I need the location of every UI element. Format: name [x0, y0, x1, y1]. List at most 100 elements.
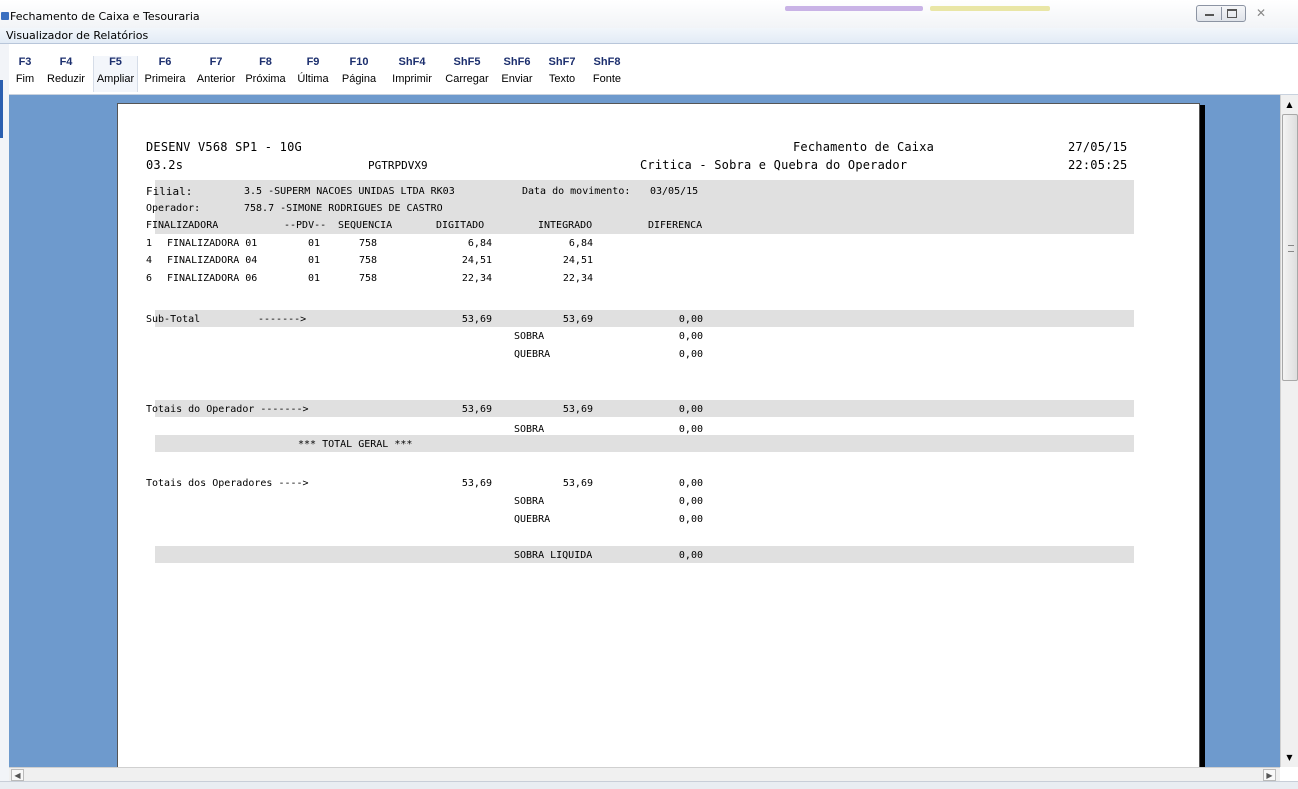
maximize-icon[interactable] — [1227, 9, 1237, 18]
toolbar-button-fim[interactable]: F3 Fim — [12, 56, 38, 92]
control-separator — [1221, 7, 1222, 20]
app-icon — [1, 12, 9, 20]
row-code: 4 — [146, 255, 153, 266]
operator-total-sobra-label: SOBRA — [514, 424, 545, 435]
report-version: 03.2s — [146, 158, 184, 172]
toolbar-key: F10 — [349, 56, 369, 68]
report-viewer: DESENV V568 SP1 - 10G Fechamento de Caix… — [9, 95, 1280, 767]
toolbar-button-pagina[interactable]: F10 Página — [336, 56, 382, 92]
col-sequencia: SEQUENCIA — [338, 220, 393, 231]
row-seq: 758 — [359, 273, 378, 284]
operators-total-sobra-label: SOBRA — [514, 496, 545, 507]
subtotal-quebra-label: QUEBRA — [514, 349, 551, 360]
toolbar-label: Fonte — [592, 73, 622, 85]
subtotal-integrado: 53,69 — [562, 314, 593, 325]
toolbar-key: F3 — [18, 56, 32, 68]
row-integrado: 24,51 — [562, 255, 593, 266]
window-title-bar: Fechamento de Caixa e Tesouraria ✕ — [0, 0, 1298, 28]
scroll-up-icon[interactable]: ▲ — [1283, 98, 1296, 111]
viewer-toolbar: F3 Fim F4 Reduzir F5 Ampliar F6 Primeira… — [9, 44, 1298, 95]
subtotal-arrow: -------> — [258, 314, 307, 325]
toolbar-button-ultima[interactable]: F9 Última — [293, 56, 333, 92]
toolbar-button-carregar[interactable]: ShF5 Carregar — [441, 56, 493, 92]
toolbar-label: Carregar — [445, 73, 489, 85]
report-page: DESENV V568 SP1 - 10G Fechamento de Caix… — [117, 103, 1200, 767]
toolbar-key: ShF7 — [548, 56, 576, 68]
toolbar-button-texto[interactable]: ShF7 Texto — [541, 56, 583, 92]
toolbar-label: Reduzir — [47, 73, 85, 85]
toolbar-button-imprimir[interactable]: ShF4 Imprimir — [385, 56, 439, 92]
title-decoration — [930, 6, 1050, 11]
col-pdv: --PDV-- — [284, 220, 327, 231]
row-seq: 758 — [359, 238, 378, 249]
operators-total-label: Totais dos Operadores ----> — [146, 478, 309, 489]
subtotal-quebra-value: 0,00 — [678, 349, 703, 360]
toolbar-label: Enviar — [501, 73, 533, 85]
row-integrado: 6,84 — [568, 238, 593, 249]
subtotal-digitado: 53,69 — [461, 314, 492, 325]
operator-total-digitado: 53,69 — [461, 404, 492, 415]
row-digitado: 24,51 — [461, 255, 492, 266]
close-icon[interactable]: ✕ — [1254, 5, 1268, 21]
row-pdv: 01 — [308, 273, 321, 284]
report-date: 27/05/15 — [1068, 140, 1128, 154]
report-system: DESENV V568 SP1 - 10G — [146, 140, 302, 154]
horizontal-scrollbar[interactable]: ◀ ▶ — [9, 767, 1280, 781]
movimento-label: Data do movimento: — [522, 186, 631, 197]
col-finalizadora: FINALIZADORA — [146, 220, 219, 231]
operators-total-digitado: 53,69 — [461, 478, 492, 489]
row-name: FINALIZADORA 04 — [167, 255, 258, 266]
toolbar-button-proxima[interactable]: F8 Próxima — [242, 56, 289, 92]
toolbar-label: Texto — [548, 73, 576, 85]
row-digitado: 22,34 — [461, 273, 492, 284]
vertical-scroll-thumb[interactable] — [1282, 114, 1298, 381]
operador-value: 758.7 -SIMONE RODRIGUES DE CASTRO — [244, 203, 443, 214]
row-pdv: 01 — [308, 255, 321, 266]
title-decoration — [785, 6, 923, 11]
toolbar-label: Última — [297, 73, 329, 85]
row-digitado: 6,84 — [467, 238, 492, 249]
scroll-left-icon[interactable]: ◀ — [11, 769, 24, 781]
toolbar-key: F9 — [306, 56, 320, 68]
vertical-scrollbar[interactable]: ▲ ▼ — [1280, 95, 1298, 767]
operador-label: Operador: — [146, 203, 201, 214]
operator-total-sobra-value: 0,00 — [678, 424, 703, 435]
col-digitado: DIGITADO — [436, 220, 485, 231]
row-code: 6 — [146, 273, 153, 284]
toolbar-key: ShF5 — [453, 56, 481, 68]
filial-value: 3.5 -SUPERM NACOES UNIDAS LTDA RK03 — [244, 186, 455, 197]
col-diferenca: DIFERENCA — [648, 220, 703, 231]
operators-total-sobra-value: 0,00 — [678, 496, 703, 507]
toolbar-button-anterior[interactable]: F7 Anterior — [192, 56, 240, 92]
report-title: Fechamento de Caixa — [793, 140, 935, 154]
row-integrado: 22,34 — [562, 273, 593, 284]
report-program: PGTRPDVX9 — [368, 159, 428, 172]
toolbar-button-fonte[interactable]: ShF8 Fonte — [586, 56, 628, 92]
operator-total-label: Totais do Operador -------> — [146, 404, 309, 415]
toolbar-button-enviar[interactable]: ShF6 Enviar — [496, 56, 538, 92]
scroll-right-icon[interactable]: ▶ — [1263, 769, 1276, 781]
toolbar-button-ampliar[interactable]: F5 Ampliar — [93, 56, 138, 92]
operators-total-quebra-label: QUEBRA — [514, 514, 551, 525]
operators-total-diferenca: 0,00 — [678, 478, 703, 489]
movimento-value: 03/05/15 — [650, 186, 699, 197]
toolbar-label: Próxima — [245, 73, 286, 85]
sobra-liquida-band — [155, 546, 1134, 563]
scroll-down-icon[interactable]: ▼ — [1283, 751, 1296, 764]
toolbar-button-primeira[interactable]: F6 Primeira — [141, 56, 189, 92]
toolbar-label: Primeira — [144, 73, 186, 85]
col-integrado: INTEGRADO — [538, 220, 593, 231]
operator-total-diferenca: 0,00 — [678, 404, 703, 415]
subtotal-sobra-label: SOBRA — [514, 331, 545, 342]
child-window-title-bar: Visualizador de Relatórios — [0, 28, 1298, 44]
toolbar-key: ShF4 — [398, 56, 426, 68]
toolbar-button-reduzir[interactable]: F4 Reduzir — [42, 56, 90, 92]
status-bar — [0, 781, 1298, 789]
row-seq: 758 — [359, 255, 378, 266]
toolbar-label: Imprimir — [392, 73, 432, 85]
report-subtitle: Critica - Sobra e Quebra do Operador — [640, 158, 908, 172]
subtotal-sobra-value: 0,00 — [678, 331, 703, 342]
child-window-title: Visualizador de Relatórios — [6, 29, 149, 42]
toolbar-key: F6 — [158, 56, 172, 68]
minimize-icon[interactable] — [1205, 14, 1214, 16]
